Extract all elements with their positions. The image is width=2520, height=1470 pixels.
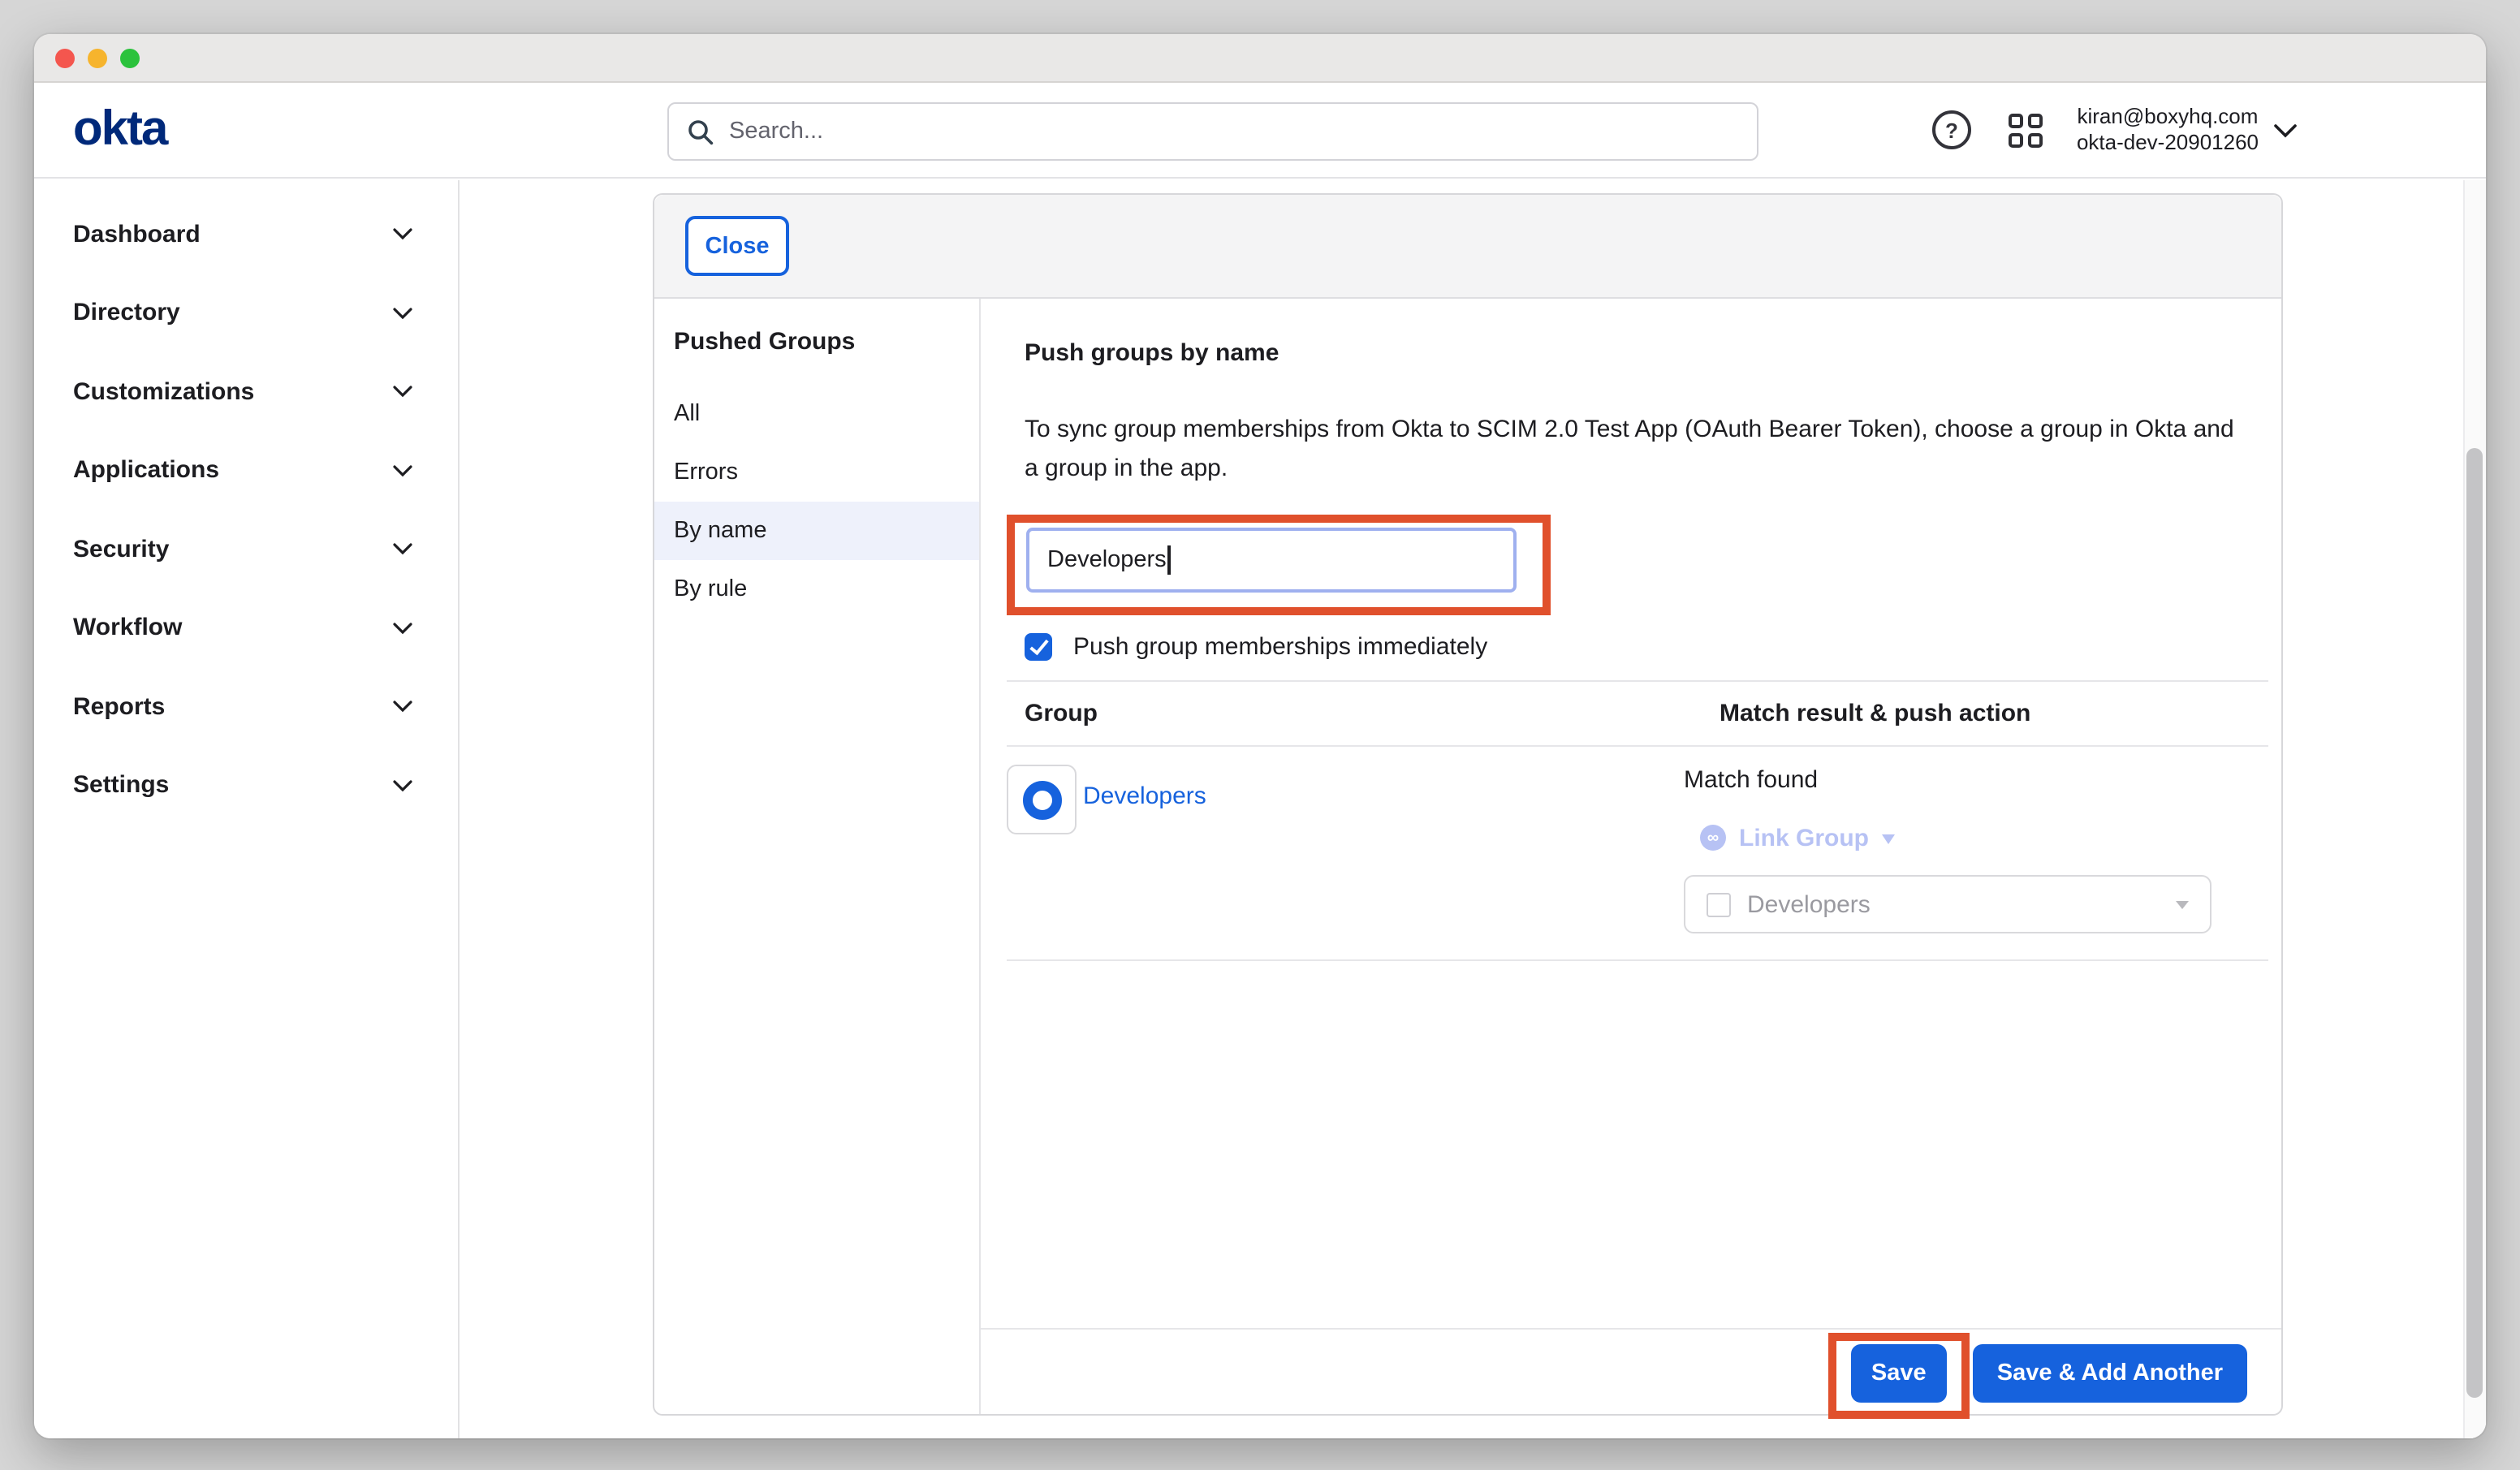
- app-body: Dashboard Directory Customizations Appli…: [34, 180, 2486, 1438]
- link-group-label: Link Group: [1739, 824, 1869, 851]
- sidebar-item-security[interactable]: Security: [34, 510, 458, 588]
- sidebar-item-label: Customizations: [73, 378, 254, 406]
- target-group-select[interactable]: Developers: [1684, 875, 2211, 933]
- browser-window: okta Search... ? kiran@boxyhq.com okta-d…: [34, 34, 2486, 1438]
- push-immediately-row: Push group memberships immediately: [1025, 633, 2247, 661]
- link-icon: ∞: [1700, 825, 1726, 851]
- description-text: To sync group memberships from Okta to S…: [1025, 411, 2234, 489]
- caret-down-icon: [1882, 834, 1895, 843]
- group-cell: Developers: [1007, 765, 1684, 933]
- window-titlebar: [34, 34, 2486, 83]
- chevron-down-icon: [393, 622, 412, 635]
- target-group-value: Developers: [1747, 890, 1871, 918]
- scrollbar-track[interactable]: [2463, 180, 2486, 1438]
- account-menu[interactable]: kiran@boxyhq.com okta-dev-20901260: [2077, 103, 2259, 157]
- chevron-down-icon: [393, 701, 412, 713]
- save-button[interactable]: Save: [1851, 1344, 1947, 1403]
- panel-body: Pushed Groups All Errors By name By rule…: [654, 299, 2281, 1414]
- sidebar-item-label: Settings: [73, 772, 169, 800]
- chevron-down-icon: [393, 779, 412, 792]
- close-button[interactable]: Close: [685, 216, 789, 276]
- group-name-input-value: Developers: [1047, 547, 1167, 573]
- okta-logo[interactable]: okta: [73, 102, 166, 157]
- sidebar-item-directory[interactable]: Directory: [34, 274, 458, 352]
- caret-down-icon: [2176, 900, 2189, 908]
- sidebar-item-applications[interactable]: Applications: [34, 431, 458, 510]
- sidebar-item-dashboard[interactable]: Dashboard: [34, 195, 458, 274]
- sidebar-item-label: Dashboard: [73, 221, 201, 248]
- subnav-item-by-rule[interactable]: By rule: [654, 560, 979, 619]
- chevron-down-icon[interactable]: [2273, 123, 2298, 137]
- save-and-add-another-button[interactable]: Save & Add Another: [1973, 1344, 2247, 1403]
- chevron-down-icon: [393, 307, 412, 320]
- sidebar-item-customizations[interactable]: Customizations: [34, 352, 458, 431]
- page-title: Push groups by name: [1025, 331, 2247, 377]
- help-icon[interactable]: ?: [1932, 110, 1971, 149]
- push-groups-panel: Close Pushed Groups All Errors By name B…: [653, 193, 2283, 1416]
- main-area: Close Pushed Groups All Errors By name B…: [460, 180, 2486, 1438]
- panel-footer: Save Save & Add Another: [981, 1328, 2281, 1414]
- chevron-down-icon: [393, 228, 412, 241]
- save-annotation-highlight: Save: [1828, 1333, 1970, 1419]
- sidebar-item-label: Applications: [73, 457, 219, 485]
- grid-cell: [2028, 113, 2043, 127]
- chevron-down-icon: [393, 464, 412, 477]
- match-result-cell: Match found ∞ Link Group: [1684, 765, 2247, 933]
- push-immediately-checkbox[interactable]: [1025, 633, 1052, 661]
- panel-content: Push groups by name To sync group member…: [981, 299, 2281, 1414]
- window-zoom-button[interactable]: [120, 48, 140, 67]
- group-avatar: [1007, 765, 1077, 834]
- window-minimize-button[interactable]: [88, 48, 107, 67]
- sidebar-item-settings[interactable]: Settings: [34, 746, 458, 825]
- group-icon: [1022, 780, 1061, 819]
- search-placeholder: Search...: [729, 119, 823, 144]
- sidebar: Dashboard Directory Customizations Appli…: [34, 180, 460, 1438]
- account-org: okta-dev-20901260: [2077, 130, 2259, 157]
- divider: [1007, 959, 2268, 961]
- table-row: Developers Match found ∞ Link Group: [1025, 747, 2247, 959]
- apps-grid-icon[interactable]: [2009, 113, 2043, 147]
- chevron-down-icon: [393, 386, 412, 399]
- search-icon: [687, 118, 714, 145]
- input-annotation-highlight: Developers: [1007, 515, 1551, 615]
- panel-header-band: Close: [654, 195, 2281, 299]
- window-close-button[interactable]: [55, 48, 75, 67]
- push-immediately-label: Push group memberships immediately: [1073, 633, 1487, 661]
- grid-cell: [2009, 132, 2023, 147]
- search-input[interactable]: Search...: [667, 102, 1758, 161]
- sidebar-item-label: Directory: [73, 300, 180, 327]
- subnav-title: Pushed Groups: [654, 312, 979, 370]
- sidebar-item-workflow[interactable]: Workflow: [34, 588, 458, 667]
- chevron-down-icon: [393, 543, 412, 556]
- grid-cell: [2028, 132, 2043, 147]
- desktop: okta Search... ? kiran@boxyhq.com okta-d…: [0, 0, 2520, 1470]
- table-header-row: Group Match result & push action: [1025, 682, 2247, 745]
- text-caret: [1168, 545, 1171, 575]
- pushed-groups-subnav: Pushed Groups All Errors By name By rule: [654, 299, 981, 1414]
- grid-cell: [2009, 113, 2023, 127]
- account-email: kiran@boxyhq.com: [2077, 103, 2259, 130]
- group-name-link[interactable]: Developers: [1083, 782, 1206, 810]
- match-result-text: Match found: [1684, 765, 2247, 797]
- subnav-item-by-name[interactable]: By name: [654, 502, 979, 560]
- group-placeholder-icon: [1707, 892, 1731, 916]
- sidebar-item-label: Workflow: [73, 614, 182, 642]
- panel-content-scroll: Push groups by name To sync group member…: [981, 299, 2281, 1328]
- subnav-item-all[interactable]: All: [654, 385, 979, 443]
- sidebar-item-label: Security: [73, 536, 169, 563]
- app-header: okta Search... ? kiran@boxyhq.com okta-d…: [34, 83, 2486, 179]
- subnav-item-errors[interactable]: Errors: [654, 443, 979, 502]
- group-name-input[interactable]: Developers: [1026, 528, 1517, 593]
- sidebar-item-label: Reports: [73, 693, 165, 721]
- column-header-match-result: Match result & push action: [1720, 700, 2247, 727]
- header-right-cluster: ? kiran@boxyhq.com okta-dev-20901260: [1932, 83, 2298, 177]
- column-header-group: Group: [1025, 700, 1720, 727]
- sidebar-item-reports[interactable]: Reports: [34, 667, 458, 746]
- link-group-dropdown-button[interactable]: ∞ Link Group: [1700, 821, 2247, 854]
- scrollbar-thumb[interactable]: [2466, 448, 2483, 1398]
